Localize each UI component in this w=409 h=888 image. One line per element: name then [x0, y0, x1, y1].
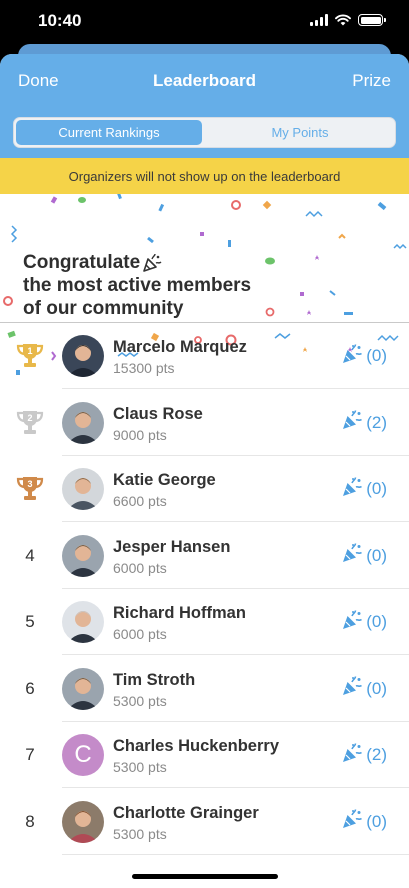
bronze-trophy-icon: 3 [12, 456, 48, 522]
party-popper-icon [341, 542, 363, 569]
member-points: 15300 pts [113, 360, 175, 376]
row-divider [62, 853, 409, 855]
status-icons [310, 14, 386, 26]
cheer-button[interactable]: (0) [341, 456, 387, 522]
party-popper-icon [341, 409, 363, 436]
member-points: 5300 pts [113, 692, 167, 709]
party-popper-icon [341, 742, 363, 769]
cheer-button[interactable]: (0) [341, 323, 387, 389]
svg-text:1: 1 [27, 346, 32, 356]
gold-trophy-icon: 1 [12, 323, 48, 389]
avatar[interactable] [62, 601, 104, 643]
congrats-line-2: the most active members [23, 275, 252, 296]
page-title: Leaderboard [153, 71, 256, 90]
avatar[interactable] [62, 335, 104, 377]
member-name: Marcelo Marquez [113, 338, 247, 356]
leaderboard-row[interactable]: 2 Claus Rose 9000 pts (2) [0, 390, 409, 456]
cheer-count: (0) [366, 811, 387, 831]
cheer-button[interactable]: (2) [341, 722, 387, 788]
leaderboard-row[interactable]: 4 Jesper Hansen 6000 pts (0) [0, 523, 409, 589]
cheer-button[interactable]: (0) [341, 589, 387, 655]
leaderboard-row[interactable]: 8 Charlotte Grainger 5300 pts (0) [0, 789, 409, 855]
party-popper-icon [341, 609, 363, 636]
party-popper-icon [341, 675, 363, 702]
status-time: 10:40 [38, 11, 82, 30]
tab-current-rankings[interactable]: Current Rankings [16, 120, 202, 145]
member-points: 6000 pts [113, 559, 167, 576]
home-indicator [132, 874, 278, 879]
member-points: 6600 pts [113, 493, 167, 509]
silver-trophy-icon: 2 [12, 390, 48, 456]
prize-button[interactable]: Prize [352, 71, 391, 91]
cheer-button[interactable]: (0) [341, 523, 387, 589]
congrats-line-1: Congratulate [23, 252, 141, 273]
organizer-notice-banner: Organizers will not show up on the leade… [0, 158, 409, 194]
rank-number: 5 [25, 612, 35, 631]
party-popper-icon [341, 343, 363, 370]
member-name: Claus Rose [113, 404, 203, 423]
rank-number: 8 [25, 811, 35, 831]
svg-text:3: 3 [27, 479, 32, 489]
tab-my-points[interactable]: My Points [207, 120, 393, 145]
cheer-button[interactable]: (0) [341, 789, 387, 855]
cheer-count: (2) [366, 745, 387, 764]
avatar[interactable] [62, 401, 104, 444]
cheer-button[interactable]: (2) [341, 390, 387, 456]
congrats-line-3: of our community [23, 298, 184, 319]
member-name: Richard Hoffman [113, 604, 246, 622]
cheer-count: (0) [366, 346, 387, 365]
member-name: Tim Stroth [113, 670, 196, 689]
rank-number: 4 [25, 545, 35, 565]
leaderboard-row[interactable]: 6 Tim Stroth 5300 pts (0) [0, 656, 409, 722]
cheer-button[interactable]: (0) [341, 656, 387, 722]
congrats-message: Congratulate the most active members of … [23, 251, 251, 320]
member-name: Katie George [113, 471, 216, 489]
avatar[interactable]: C [62, 734, 104, 776]
rank-number: 6 [25, 678, 35, 698]
party-popper-icon [143, 253, 162, 272]
battery-icon [358, 14, 386, 26]
leaderboard-row[interactable]: 1 Marcelo Marquez 15300 pts (0) [0, 323, 409, 389]
status-bar: 10:40 [0, 0, 409, 44]
member-points: 6000 pts [113, 626, 167, 642]
leaderboard-row[interactable]: 3 Katie George 6600 pts (0) [0, 456, 409, 522]
avatar[interactable] [62, 800, 104, 843]
cheer-count: (2) [366, 412, 387, 432]
member-name: Charlotte Grainger [113, 803, 259, 822]
cheer-count: (0) [366, 479, 387, 498]
member-name: Charles Huckenberry [113, 737, 279, 755]
cheer-count: (0) [366, 545, 387, 565]
member-points: 5300 pts [113, 825, 167, 842]
member-name: Jesper Hansen [113, 537, 231, 556]
segmented-control: Current Rankings My Points [13, 117, 396, 148]
avatar[interactable] [62, 468, 104, 510]
cheer-count: (0) [366, 678, 387, 698]
cheer-count: (0) [366, 612, 387, 631]
wifi-icon [335, 14, 351, 26]
avatar[interactable] [62, 667, 104, 710]
leaderboard-row[interactable]: 7 C Charles Huckenberry 5300 pts (2) [0, 722, 409, 788]
party-popper-icon [341, 808, 363, 835]
member-points: 5300 pts [113, 759, 167, 775]
rank-number: 7 [25, 745, 35, 764]
header: Done Leaderboard Prize Current Rankings … [0, 54, 409, 158]
avatar[interactable] [62, 534, 104, 577]
cellular-signal-icon [310, 14, 328, 26]
leaderboard-row[interactable]: 5 Richard Hoffman 6000 pts (0) [0, 589, 409, 655]
member-points: 9000 pts [113, 426, 167, 443]
party-popper-icon [341, 476, 363, 503]
svg-text:2: 2 [27, 413, 32, 423]
